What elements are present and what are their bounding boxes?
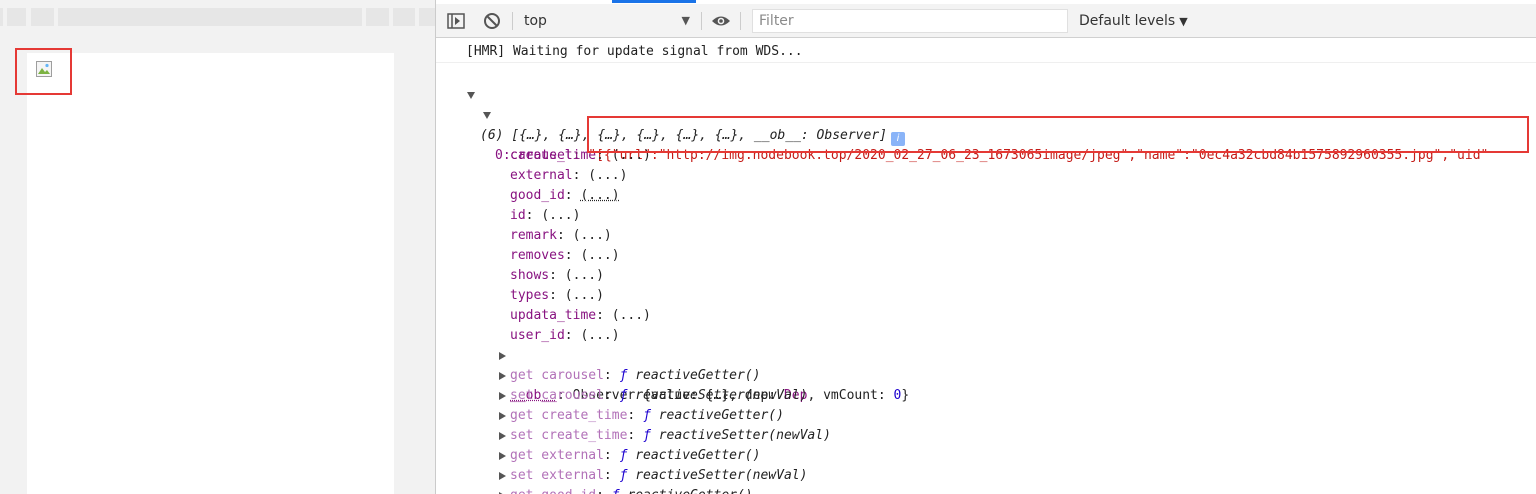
tree-row-property[interactable]: updata_time: (...) [436,306,1536,326]
highlight-box [15,48,72,95]
lazy-value[interactable]: (...) [573,228,612,243]
accessor-key: set create_time [510,428,628,443]
caret-down-icon: ▼ [1179,15,1188,28]
accessor-key: get good_id [510,488,596,494]
log-levels-dropdown[interactable]: Default levels ▼ [1079,9,1188,33]
filter-input[interactable] [752,9,1068,33]
property-key: remark [510,228,557,243]
function-symbol: ƒ [619,448,628,463]
property-key: id [510,208,526,223]
function-symbol: ƒ [619,388,628,403]
function-name: reactiveSetter(newVal) [635,468,808,483]
tree-row-accessor[interactable]: get good_id: ƒ reactiveGetter() [436,486,1536,494]
block-icon[interactable] [482,11,502,31]
function-name: reactiveGetter() [627,488,752,494]
expand-triangle-icon[interactable] [499,392,506,400]
accessor-key: set carousel [510,388,604,403]
toolbar-segment [31,8,54,26]
tree-row-accessor[interactable]: get create_time: ƒ reactiveGetter() [436,406,1536,426]
lazy-value[interactable]: (...) [612,308,651,323]
property-key: types [510,288,550,303]
toolbar-separator [701,12,702,30]
tree-row-accessor[interactable]: get carousel: ƒ reactiveGetter() [436,366,1536,386]
expand-triangle-icon[interactable] [499,412,506,420]
log-levels-label: Default levels [1079,13,1176,29]
highlight-box [587,116,1529,153]
lazy-value[interactable]: (...) [565,268,604,283]
lazy-value[interactable]: (...) [580,188,619,203]
page-content-card [27,53,394,494]
context-selector[interactable]: top ▼ [518,9,696,33]
property-key: removes [510,248,565,263]
toolbar-segment [419,8,435,26]
expand-triangle-icon[interactable] [499,432,506,440]
function-name: reactiveSetter(newVal) [658,428,831,443]
toolbar-separator [740,12,741,30]
toolbar-separator [512,12,513,30]
toolbar-segment [0,8,3,26]
tree-row-property[interactable]: shows: (...) [436,266,1536,286]
tree-row-property[interactable]: external: (...) [436,166,1536,186]
lazy-value[interactable]: (...) [580,248,619,263]
toolbar-segment [393,8,415,26]
expand-triangle-icon[interactable] [499,372,506,380]
function-symbol: ƒ [619,468,628,483]
active-tab-indicator [612,0,696,3]
function-name: reactiveGetter() [635,368,761,383]
accessor-key: get carousel [510,368,604,383]
console-message-text: [HMR] Waiting for update signal from WDS… [466,44,803,59]
function-name: reactiveGetter() [635,448,761,463]
console-toolbar: top ▼ Default levels▼ [436,4,1536,38]
tree-row-property[interactable]: id: (...) [436,206,1536,226]
console-output: [HMR] Waiting for update signal from WDS… [436,38,1536,494]
property-key: user_id [510,328,565,343]
function-name: reactiveGetter() [658,408,784,423]
lazy-value[interactable]: (...) [580,328,619,343]
caret-down-icon: ▼ [681,14,690,27]
function-symbol: ƒ [619,368,628,383]
tree-row-property[interactable]: types: (...) [436,286,1536,306]
lazy-value[interactable]: (...) [565,288,604,303]
broken-image-icon [36,61,52,77]
function-symbol: ƒ [643,428,651,443]
toolbar-segment [366,8,389,26]
accessor-key: get external [510,448,604,463]
expand-triangle-icon[interactable] [499,352,506,360]
tree-row-property[interactable]: good_id: (...) [436,186,1536,206]
tree-row-property[interactable]: remark: (...) [436,226,1536,246]
tree-row-accessor[interactable]: get external: ƒ reactiveGetter() [436,446,1536,466]
expand-triangle-icon[interactable] [499,472,506,480]
lazy-value[interactable]: (...) [588,168,627,183]
lazy-value[interactable]: (...) [541,208,580,223]
console-message: [HMR] Waiting for update signal from WDS… [436,38,1536,63]
function-symbol: ƒ [643,408,651,423]
function-symbol: ƒ [612,488,620,494]
devtools-console-panel: top ▼ Default levels▼ [HMR] Waiting for … [436,0,1536,494]
tree-row-accessor[interactable]: set create_time: ƒ reactiveSetter(newVal… [436,426,1536,446]
toolbar-segment [58,8,362,26]
expand-triangle-icon[interactable] [499,452,506,460]
property-key: updata_time [510,308,597,323]
tree-row-accessor[interactable]: set carousel: ƒ reactiveSetter(newVal) [436,386,1536,406]
eye-icon[interactable] [711,11,731,31]
property-key: good_id [510,188,565,203]
tree-row-property[interactable]: removes: (...) [436,246,1536,266]
page-viewport [0,0,435,494]
tree-row-property[interactable]: user_id: (...) [436,326,1536,346]
expand-triangle-icon[interactable] [467,92,475,99]
property-key: external [510,168,573,183]
tree-row-accessor[interactable]: set external: ƒ reactiveSetter(newVal) [436,466,1536,486]
page-toolbar [0,4,435,28]
context-label: top [524,13,547,29]
accessor-key: get create_time [510,408,628,423]
toolbar-segment [7,8,26,26]
sidebar-toggle-icon[interactable] [446,11,466,31]
property-key: create_time [510,148,597,163]
accessor-key: set external [510,468,604,483]
array-summary-row[interactable]: (6) [{…}, {…}, {…}, {…}, {…}, {…}, __ob_… [436,86,1536,146]
tree-row-observer[interactable]: __ob__: Observer {value: {…}, dep: Dep, … [436,346,1536,403]
function-name: reactiveSetter(newVal) [635,388,808,403]
expand-triangle-icon[interactable] [483,112,491,119]
property-key: shows [510,268,550,283]
